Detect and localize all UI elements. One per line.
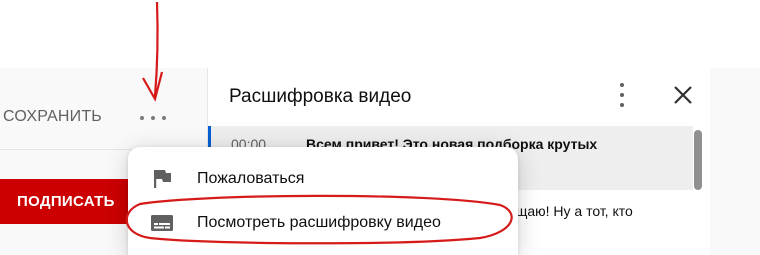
page-background: [709, 68, 760, 255]
more-vertical-icon-dot: [620, 93, 624, 97]
transcript-more-button[interactable]: [617, 83, 627, 107]
save-button[interactable]: СОХРАНИТЬ: [3, 108, 102, 126]
close-icon[interactable]: [670, 82, 696, 108]
menu-item-label: Пожаловаться: [197, 170, 305, 187]
more-horizontal-icon: [140, 116, 144, 120]
subscribe-button[interactable]: ПОДПИСАТЬ: [0, 179, 135, 224]
more-horizontal-icon-dot: [162, 116, 166, 120]
more-actions-button[interactable]: [140, 108, 166, 128]
menu-item-report[interactable]: Пожаловаться: [128, 159, 518, 199]
actions-menu: Пожаловаться Посмотреть расшифровку виде…: [128, 147, 518, 255]
transcript-title: Расшифровка видео: [229, 86, 412, 107]
flag-icon: [154, 170, 171, 188]
more-vertical-icon-dot: [620, 103, 624, 107]
more-vertical-icon: [620, 83, 624, 87]
menu-item-show-transcript[interactable]: Посмотреть расшифровку видео: [128, 203, 518, 243]
transcript-scrollbar[interactable]: [694, 130, 702, 190]
segment-text[interactable]: ищаю! Ну а тот, кто: [508, 203, 633, 219]
menu-item-label: Посмотреть расшифровку видео: [197, 214, 441, 231]
subtitles-icon: [151, 215, 173, 231]
more-horizontal-icon-dot: [151, 116, 155, 120]
